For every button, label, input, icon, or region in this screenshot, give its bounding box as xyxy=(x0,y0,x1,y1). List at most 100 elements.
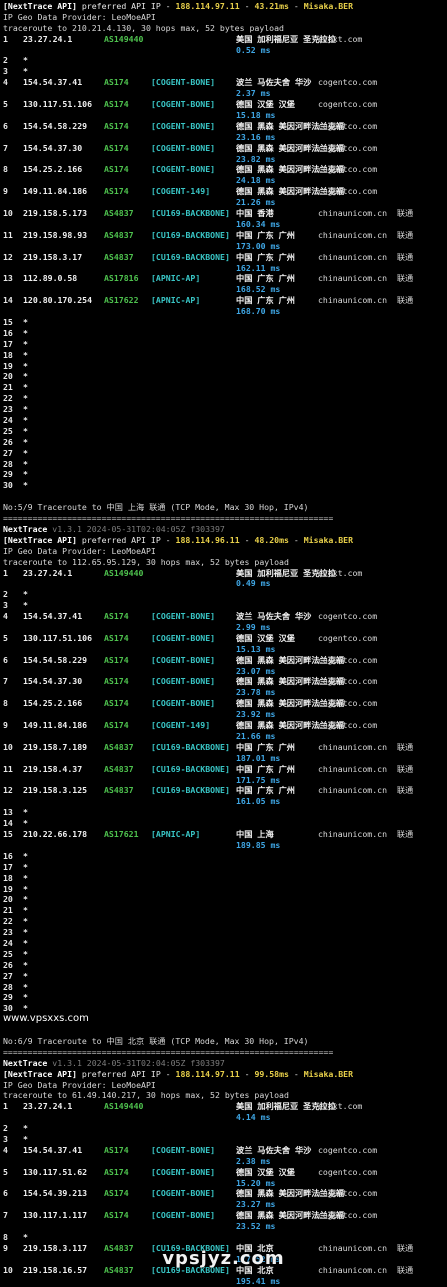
hop-ip: * xyxy=(23,883,28,894)
hop-ip: 154.54.58.229 xyxy=(23,120,88,131)
hop-row: 8 154.25.2.166 AS174 [COGENT-BONE] 德国 黑森 美因河… xyxy=(3,164,447,186)
hop-number: 6 xyxy=(3,120,8,131)
hop-ip: 23.27.24.1 xyxy=(23,1101,73,1112)
hop-tag: [COGENT-BONE] xyxy=(151,698,216,709)
hop-tag: [CU169-BACKBONE] xyxy=(151,763,230,774)
hop-rtt: 160.34 ms xyxy=(236,218,281,229)
geo-provider-line: IP Geo Data Provider: LeoMoeAPI xyxy=(3,1079,156,1090)
hop-number: 26 xyxy=(3,436,13,447)
hop-domain: cogentco.com xyxy=(318,720,378,731)
hop-rtt: 168.52 ms xyxy=(236,284,281,295)
hop-row: 13 * xyxy=(3,807,447,818)
hop-domain: evoxt.com xyxy=(318,567,363,578)
hop-tag: [COGENT-BONE] xyxy=(151,611,216,622)
hop-geo: 波兰 马佐夫舍 华沙 xyxy=(236,611,312,622)
hop-ip: 120.80.170.254 xyxy=(23,295,93,306)
hop-number: 7 xyxy=(3,1210,8,1221)
hop-row: 24 * xyxy=(3,938,447,949)
api-dash2: - xyxy=(288,1,304,11)
hop-tag: [APNIC-AP] xyxy=(151,295,201,306)
hop-row: 8 * xyxy=(3,1232,447,1243)
hop-ip: 154.54.37.30 xyxy=(23,676,83,687)
hop-number: 25 xyxy=(3,948,13,959)
hop-number: 13 xyxy=(3,273,13,284)
hop-tag: [APNIC-AP] xyxy=(151,829,201,840)
hop-domain: cogentco.com xyxy=(318,77,378,88)
hop-domain: cogentco.com xyxy=(318,120,378,131)
hop-ip: 130.117.51.62 xyxy=(23,1166,88,1177)
hop-geo: 中国 广东 广州 xyxy=(236,763,295,774)
hop-rtt: 0.52 ms xyxy=(236,44,271,55)
hop-tag: [COGENT-BONE] xyxy=(151,1166,216,1177)
hop-asn: AS174 xyxy=(104,654,129,665)
hop-domain: cogentco.com xyxy=(318,698,378,709)
hop-ip: 219.158.3.17 xyxy=(23,251,83,262)
hop-ip: * xyxy=(23,469,28,480)
hop-ip: * xyxy=(23,872,28,883)
hop-number: 2 xyxy=(3,1123,8,1134)
hop-asn: AS174 xyxy=(104,1210,129,1221)
hop-ip: * xyxy=(23,850,28,861)
api-line: [NextTrace API] preferred API IP - 188.1… xyxy=(3,535,447,546)
hop-number: 3 xyxy=(3,1134,8,1144)
hop-row: 23 * xyxy=(3,404,447,415)
hop-tag: [COGENT-BONE] xyxy=(151,164,216,175)
hop-number: 6 xyxy=(3,1188,8,1199)
hop-number: 17 xyxy=(3,338,13,349)
hop-number: 14 xyxy=(3,818,13,829)
hop-asn: AS174 xyxy=(104,632,129,643)
hop-geo: 中国 广东 广州 xyxy=(236,273,295,284)
hop-ip: 219.158.7.189 xyxy=(23,741,88,752)
hop-geo: 中国 广东 广州 xyxy=(236,785,295,796)
hop-row: 19 * xyxy=(3,884,447,895)
hop-row: 17 * xyxy=(3,339,447,350)
hop-domain: chinaunicom.cn 联通 xyxy=(318,829,414,840)
hop-geo: 中国 上海 xyxy=(236,829,274,840)
hop-row: 8 154.25.2.166 AS174 [COGENT-BONE] 德国 黑森 美因河… xyxy=(3,698,447,720)
hop-row: 7 130.117.1.117 AS174 [COGENT-BONE] 德国 黑森 美因… xyxy=(3,1210,447,1232)
hop-domain: cogentco.com xyxy=(318,1144,378,1155)
hop-rtt: 23.82 ms xyxy=(236,153,276,164)
hop-number: 21 xyxy=(3,905,13,916)
hop-geo: 德国 汉堡 汉堡 xyxy=(236,99,295,110)
hop-ip: * xyxy=(23,1134,28,1144)
hop-row: 4 154.54.37.41 AS174 [COGENT-BONE] 波兰 马佐夫舍 华… xyxy=(3,77,447,99)
hop-ip: * xyxy=(23,807,28,818)
hop-number: 15 xyxy=(3,317,13,328)
api-dash2: - xyxy=(288,1068,304,1079)
hop-row: 25 * xyxy=(3,949,447,960)
hop-asn: AS174 xyxy=(104,120,129,131)
hop-ip: 154.54.37.30 xyxy=(23,142,83,153)
api-dash2: - xyxy=(288,534,304,545)
hop-domain: cogentco.com xyxy=(318,164,378,175)
hop-number: 9 xyxy=(3,1242,8,1253)
api-line: [NextTrace API] preferred API IP - 188.1… xyxy=(3,1,447,12)
hop-ip: * xyxy=(23,349,28,360)
hop-domain: chinaunicom.cn 联通 xyxy=(318,229,414,240)
hop-ip: * xyxy=(23,937,28,948)
hop-row: 10 219.158.5.173 AS4837 [CU169-BACKBONE] 中国 … xyxy=(3,208,447,230)
hop-row: 2 * xyxy=(3,1123,447,1134)
hop-number: 26 xyxy=(3,959,13,970)
hop-domain: chinaunicom.cn 联通 xyxy=(318,273,414,284)
hop-ip: * xyxy=(23,55,28,66)
hop-asn: AS174 xyxy=(104,77,129,88)
hop-ip: 112.89.0.58 xyxy=(23,273,78,284)
hop-row: 11 219.158.4.37 AS4837 [CU169-BACKBONE] 中国 广… xyxy=(3,764,447,786)
hop-number: 2 xyxy=(3,55,8,66)
hop-number: 8 xyxy=(3,1232,8,1243)
hop-number: 24 xyxy=(3,415,13,426)
hop-rtt: 2.37 ms xyxy=(236,88,271,99)
hop-ip: 219.158.98.93 xyxy=(23,229,88,240)
hop-ip: 154.25.2.166 xyxy=(23,698,83,709)
hop-row: 2 * xyxy=(3,55,447,66)
hop-domain: chinaunicom.cn 联通 xyxy=(318,1264,414,1275)
hop-domain: cogentco.com xyxy=(318,611,378,622)
hop-number: 5 xyxy=(3,1166,8,1177)
hop-ip: * xyxy=(23,948,28,959)
hop-rtt: 161.05 ms xyxy=(236,796,281,807)
hop-row: 15 210.22.66.178 AS17621 [APNIC-AP] 中国 上海 chi… xyxy=(3,829,447,851)
hop-rtt: 173.00 ms xyxy=(236,240,281,251)
hop-asn: AS17621 xyxy=(104,829,139,840)
